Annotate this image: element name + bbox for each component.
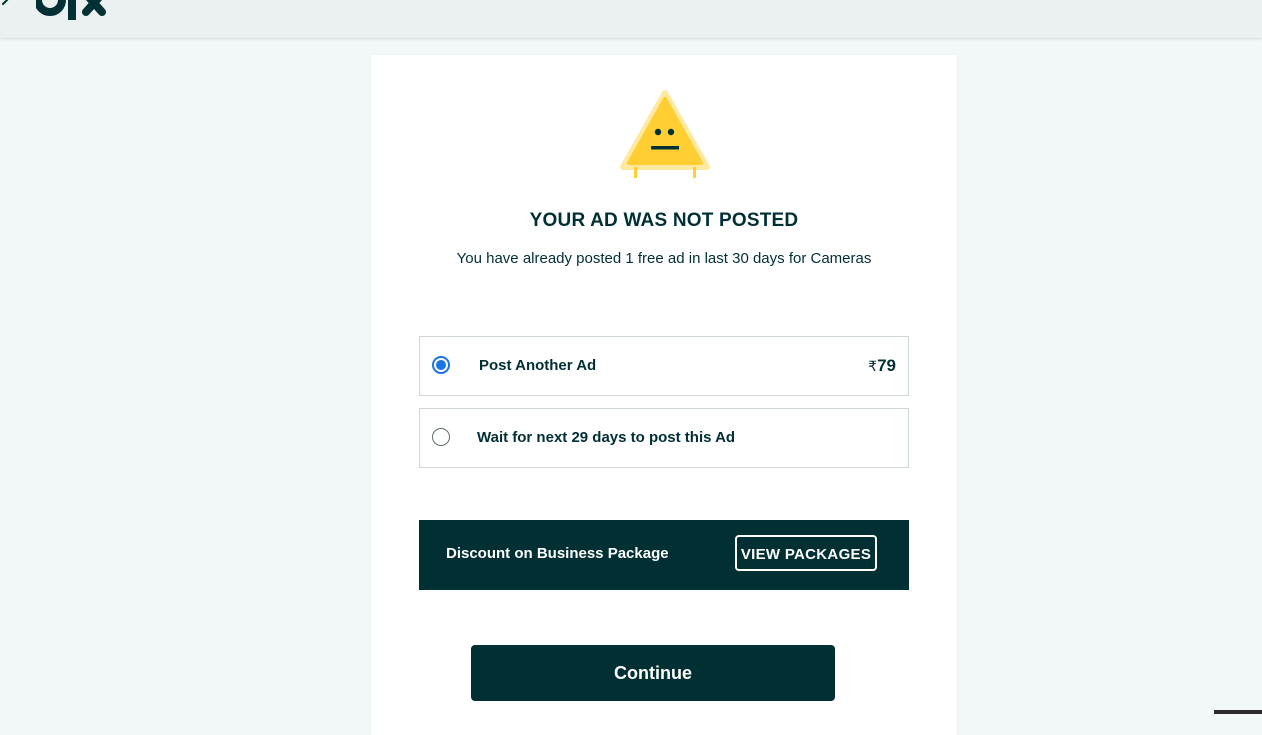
option-label: Wait for next 29 days to post this Ad (477, 429, 736, 446)
option-post-another-ad[interactable]: Post Another Ad ₹79 (419, 336, 909, 396)
warning-triangle-face-icon (620, 90, 710, 178)
dialog-message: You have already posted 1 free ad in las… (456, 250, 872, 267)
back-arrow-icon[interactable] (0, 0, 14, 10)
currency-symbol: ₹ (868, 358, 878, 374)
olx-logo[interactable] (36, 0, 112, 22)
ad-not-posted-dialog: YOUR AD WAS NOT POSTED You have already … (371, 55, 957, 735)
option-wait[interactable]: Wait for next 29 days to post this Ad (419, 408, 909, 468)
radio-button-unselected[interactable] (432, 428, 450, 446)
top-header (0, 0, 1262, 38)
option-price: ₹79 (868, 356, 896, 376)
option-label: Post Another Ad (479, 357, 597, 374)
radio-button-selected[interactable] (432, 356, 450, 374)
discount-text: Discount on Business Package (446, 545, 669, 562)
view-packages-button[interactable]: VIEW PACKAGES (735, 535, 877, 571)
dialog-title: YOUR AD WAS NOT POSTED (529, 210, 799, 231)
continue-button[interactable]: Continue (471, 645, 835, 701)
corner-widget[interactable] (1214, 710, 1262, 714)
discount-banner: Discount on Business Package VIEW PACKAG… (419, 520, 909, 590)
price-value: 79 (877, 356, 896, 375)
